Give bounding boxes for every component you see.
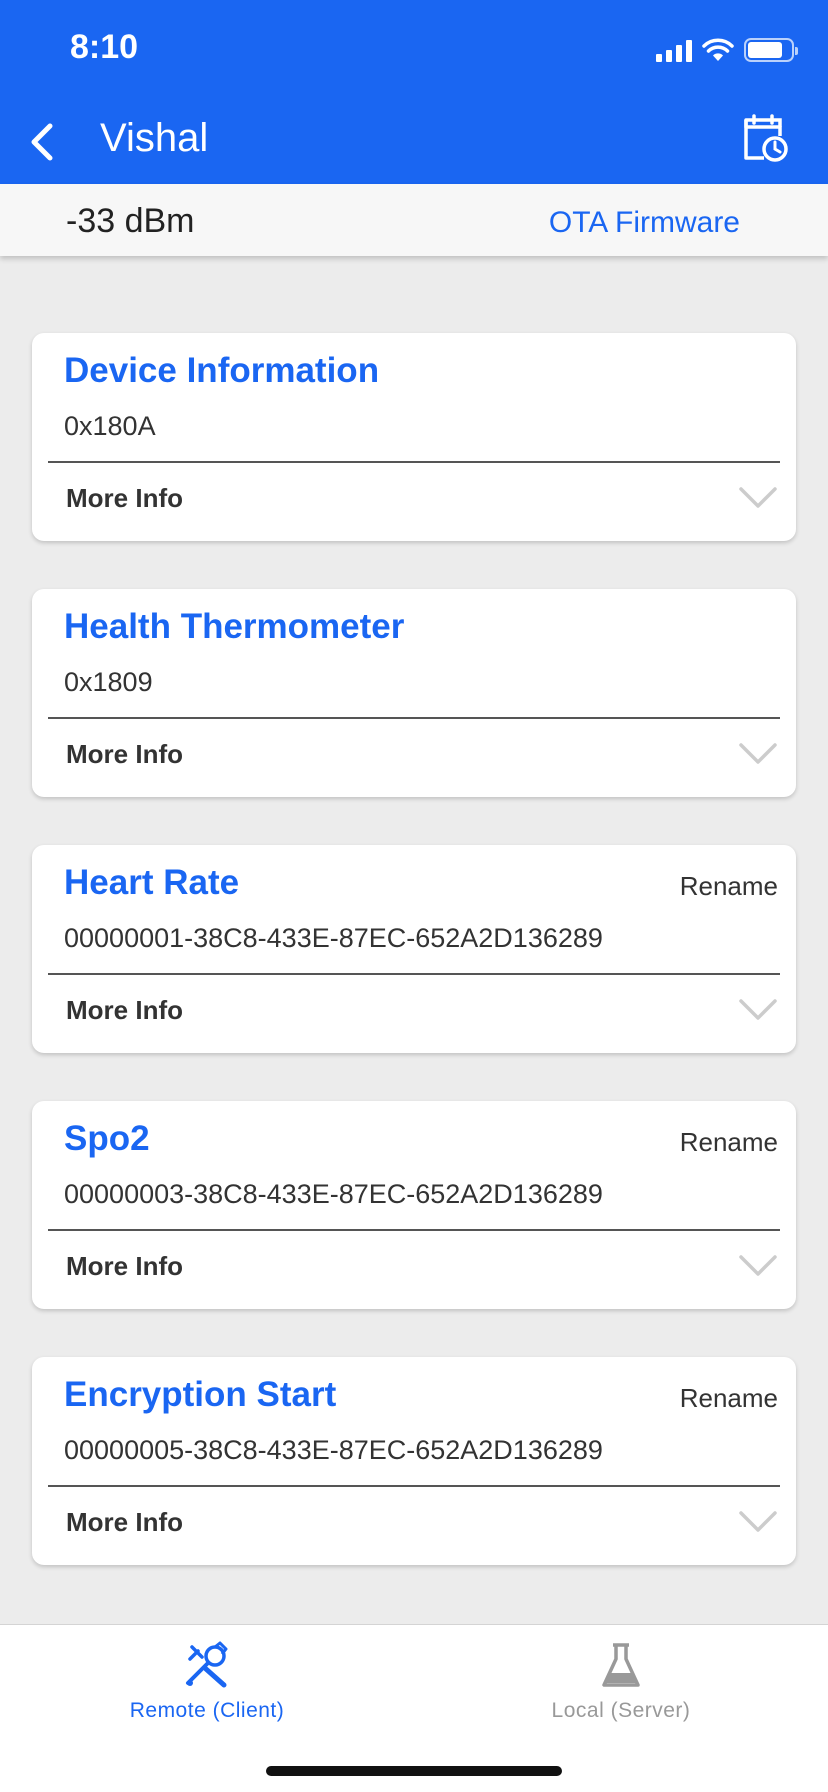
chevron-down-icon[interactable] [738, 997, 778, 1023]
rename-button[interactable]: Rename [680, 1127, 778, 1158]
more-info-button[interactable]: More Info [66, 483, 183, 514]
service-name: Health Thermometer [64, 607, 405, 646]
service-uuid: 0x1809 [64, 667, 153, 697]
tab-local-server[interactable]: Local (Server) [414, 1625, 828, 1745]
service-uuid: 00000001-38C8-433E-87EC-652A2D136289 [64, 923, 603, 953]
service-uuid: 0x180A [64, 411, 156, 441]
service-name: Encryption Start [64, 1375, 337, 1414]
tab-label: Remote (Client) [129, 1699, 285, 1722]
service-card: Spo2 Rename 00000003-38C8-433E-87EC-652A… [32, 1101, 796, 1309]
more-info-button[interactable]: More Info [66, 1251, 183, 1282]
tab-remote-client[interactable]: Remote (Client) [0, 1625, 414, 1745]
ota-firmware-link[interactable]: OTA Firmware [549, 206, 740, 240]
chevron-down-icon[interactable] [738, 1253, 778, 1279]
divider [48, 461, 780, 463]
more-info-button[interactable]: More Info [66, 1507, 183, 1538]
chevron-down-icon[interactable] [738, 741, 778, 767]
app-header: 8:10 Vishal [0, 0, 828, 184]
home-indicator[interactable] [266, 1766, 562, 1776]
divider [48, 973, 780, 975]
service-card: Health Thermometer 0x1809 More Info [32, 589, 796, 797]
wifi-icon [702, 38, 734, 61]
flask-icon [602, 1643, 640, 1687]
log-history-icon[interactable] [742, 114, 790, 164]
service-uuid: 00000003-38C8-433E-87EC-652A2D136289 [64, 1179, 603, 1209]
back-arrow-icon[interactable] [22, 118, 62, 166]
chevron-down-icon[interactable] [738, 1509, 778, 1535]
service-card: Encryption Start Rename 00000005-38C8-43… [32, 1357, 796, 1565]
service-card: Device Information 0x180A More Info [32, 333, 796, 541]
service-name: Spo2 [64, 1119, 150, 1158]
cellular-signal-icon [656, 38, 692, 62]
connection-bar: -33 dBm OTA Firmware [0, 184, 828, 256]
chevron-down-icon[interactable] [738, 485, 778, 511]
battery-icon [744, 38, 798, 62]
more-info-button[interactable]: More Info [66, 739, 183, 770]
rename-button[interactable]: Rename [680, 1383, 778, 1414]
rssi-value: -33 dBm [66, 202, 195, 240]
divider [48, 1229, 780, 1231]
service-name: Device Information [64, 351, 380, 390]
status-icons [656, 36, 798, 64]
service-uuid: 00000005-38C8-433E-87EC-652A2D136289 [64, 1435, 603, 1465]
divider [48, 717, 780, 719]
more-info-button[interactable]: More Info [66, 995, 183, 1026]
page-title: Vishal [100, 116, 209, 160]
tools-icon [186, 1641, 228, 1688]
service-card: Heart Rate Rename 00000001-38C8-433E-87E… [32, 845, 796, 1053]
service-name: Heart Rate [64, 863, 240, 902]
rename-button[interactable]: Rename [680, 871, 778, 902]
status-time: 8:10 [70, 28, 139, 66]
tab-label: Local (Server) [551, 1699, 691, 1722]
divider [48, 1485, 780, 1487]
